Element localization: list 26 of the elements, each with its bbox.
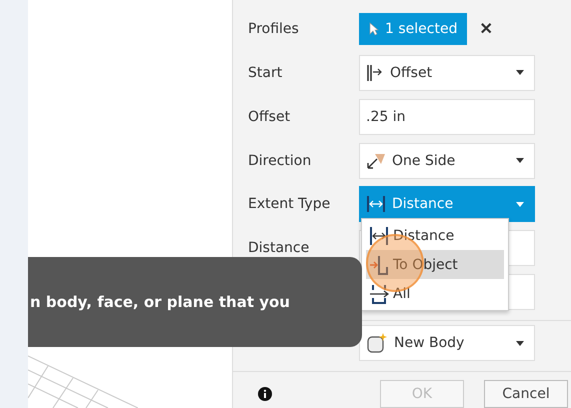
distance-icon [366,195,386,214]
field-label: Offset [248,108,292,125]
dropdown-field[interactable]: Offset [359,54,535,91]
caret-icon [516,340,524,346]
tooltip: n body, face, or plane that you [28,257,362,347]
arrow-icon [366,152,386,170]
clear-button[interactable]: ✕ [479,18,492,39]
body-icon [366,332,388,354]
cancel-button[interactable]: Cancel [484,380,568,408]
info-icon[interactable] [258,387,272,401]
start-plane-icon [366,64,384,82]
to-object-icon [369,254,389,274]
caret-icon [516,70,524,76]
field-label: Start [248,64,284,81]
input-field[interactable]: .25 in [359,98,535,135]
field-label: Direction [248,152,312,169]
cursor-icon [369,22,379,36]
field-label: Extent Type [248,196,332,212]
caret-icon [516,158,524,164]
distance-icon [369,226,389,246]
all-icon [369,284,389,304]
caret-icon [516,202,524,207]
dropdown-field[interactable]: New Body [359,325,535,362]
field-label: Distance [248,240,310,256]
field-label: Profiles [248,20,300,37]
dropdown-field[interactable]: One Side [359,142,535,179]
